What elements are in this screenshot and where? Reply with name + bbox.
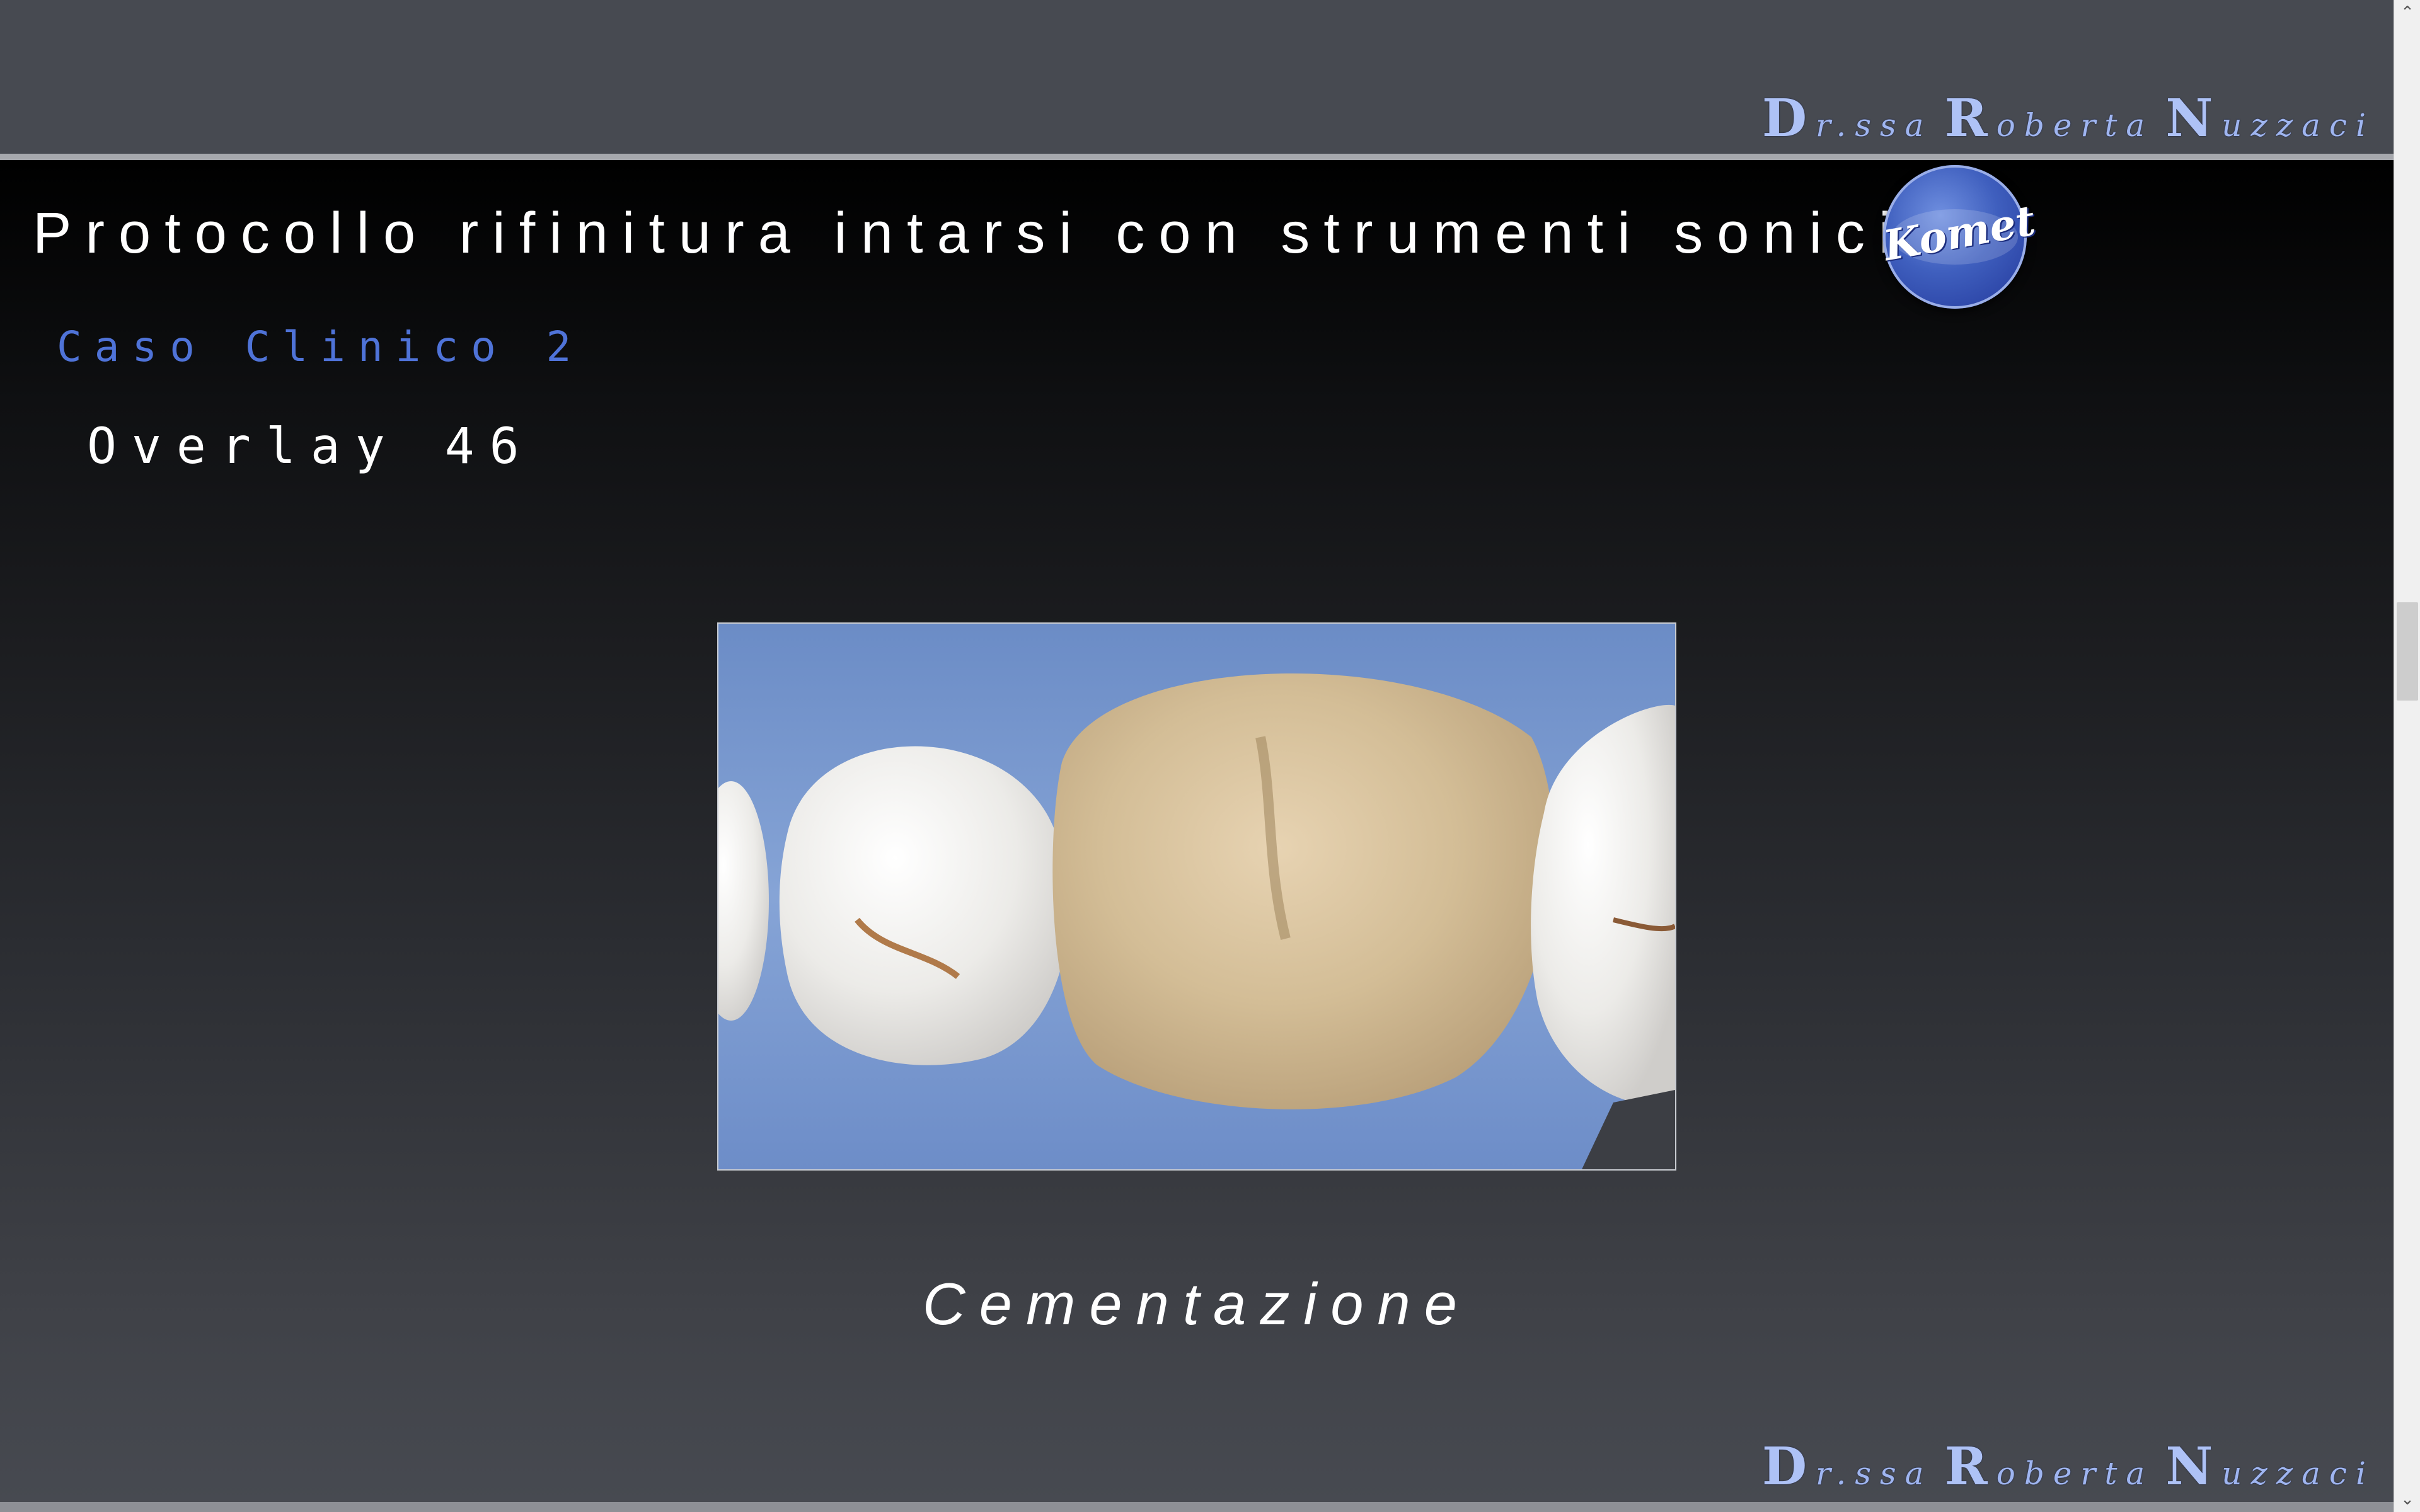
case-label: Overlay 46 xyxy=(87,418,534,475)
chevron-up-icon[interactable]: ⌃ xyxy=(2394,0,2420,25)
teeth-photo-illustration xyxy=(718,624,1675,1169)
premolar-tooth xyxy=(779,746,1069,1065)
author-signature: Dr.ssa Roberta Nuzzaci xyxy=(1761,88,2375,149)
scroll-thumb[interactable] xyxy=(2397,602,2418,701)
slide-caption: Cementazione xyxy=(922,1271,1472,1337)
footer-signature: Dr.ssa Roberta Nuzzaci xyxy=(1761,1436,2375,1497)
footer-divider xyxy=(0,1502,2394,1512)
case-subtitle: Caso Clinico 2 xyxy=(57,323,584,371)
presentation-page: Dr.ssa Roberta Nuzzaci Protocollo rifini… xyxy=(0,0,2394,1512)
chevron-down-icon[interactable]: ⌄ xyxy=(2394,1487,2420,1512)
overlay-crown xyxy=(1052,673,1554,1109)
header-band: Dr.ssa Roberta Nuzzaci xyxy=(0,0,2394,154)
header-divider xyxy=(0,154,2394,160)
vertical-scrollbar[interactable]: ⌃ ⌄ xyxy=(2394,0,2420,1512)
clinical-photo xyxy=(717,622,1676,1171)
slide-title: Protocollo rifinitura intarsi con strume… xyxy=(33,201,1906,265)
komet-logo: Komet xyxy=(1880,165,2039,309)
